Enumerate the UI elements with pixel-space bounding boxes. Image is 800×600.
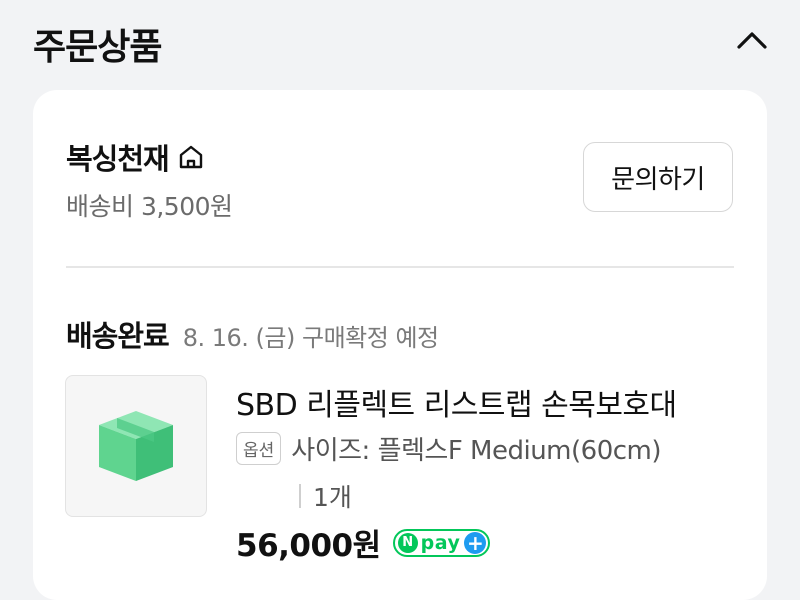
quantity-divider	[299, 484, 301, 508]
status-detail: 8. 16. (금) 구매확정 예정	[182, 324, 439, 352]
package-box-icon	[99, 411, 173, 481]
option-badge: 옵션	[236, 432, 282, 465]
npay-text: pay	[420, 531, 461, 554]
status-label: 배송완료	[66, 319, 170, 353]
npay-plus-badge: N pay +	[392, 528, 491, 557]
delivery-status: 배송완료 8. 16. (금) 구매확정 예정	[66, 313, 439, 355]
product-option: 옵션 사이즈: 플렉스F Medium(60cm)	[236, 430, 662, 467]
order-card: 복싱천재 배송비 3,500원 문의하기 배송완료 8. 16. (금) 구매확…	[33, 90, 767, 600]
npay-n-icon: N	[397, 532, 418, 553]
chevron-up-icon[interactable]	[734, 26, 770, 54]
product-name[interactable]: SBD 리플렉트 리스트랩 손목보호대	[236, 380, 677, 424]
seller-name[interactable]: 복싱천재	[66, 136, 205, 178]
order-items-header: 주문상품	[0, 0, 800, 84]
seller-name-label: 복싱천재	[66, 142, 170, 176]
shipping-fee: 배송비 3,500원	[66, 192, 233, 221]
inquiry-button[interactable]: 문의하기	[583, 142, 733, 212]
product-thumbnail[interactable]	[65, 375, 207, 517]
section-title: 주문상품	[33, 27, 162, 68]
plus-icon: +	[464, 531, 487, 554]
divider	[66, 266, 734, 268]
quantity: 1개	[313, 483, 352, 512]
price: 56,000원	[236, 528, 381, 564]
price-row: 56,000원 N pay +	[236, 520, 491, 565]
quantity-row: 1개	[299, 478, 352, 514]
option-text: 사이즈: 플렉스F Medium(60cm)	[291, 436, 662, 466]
home-icon	[179, 145, 202, 169]
